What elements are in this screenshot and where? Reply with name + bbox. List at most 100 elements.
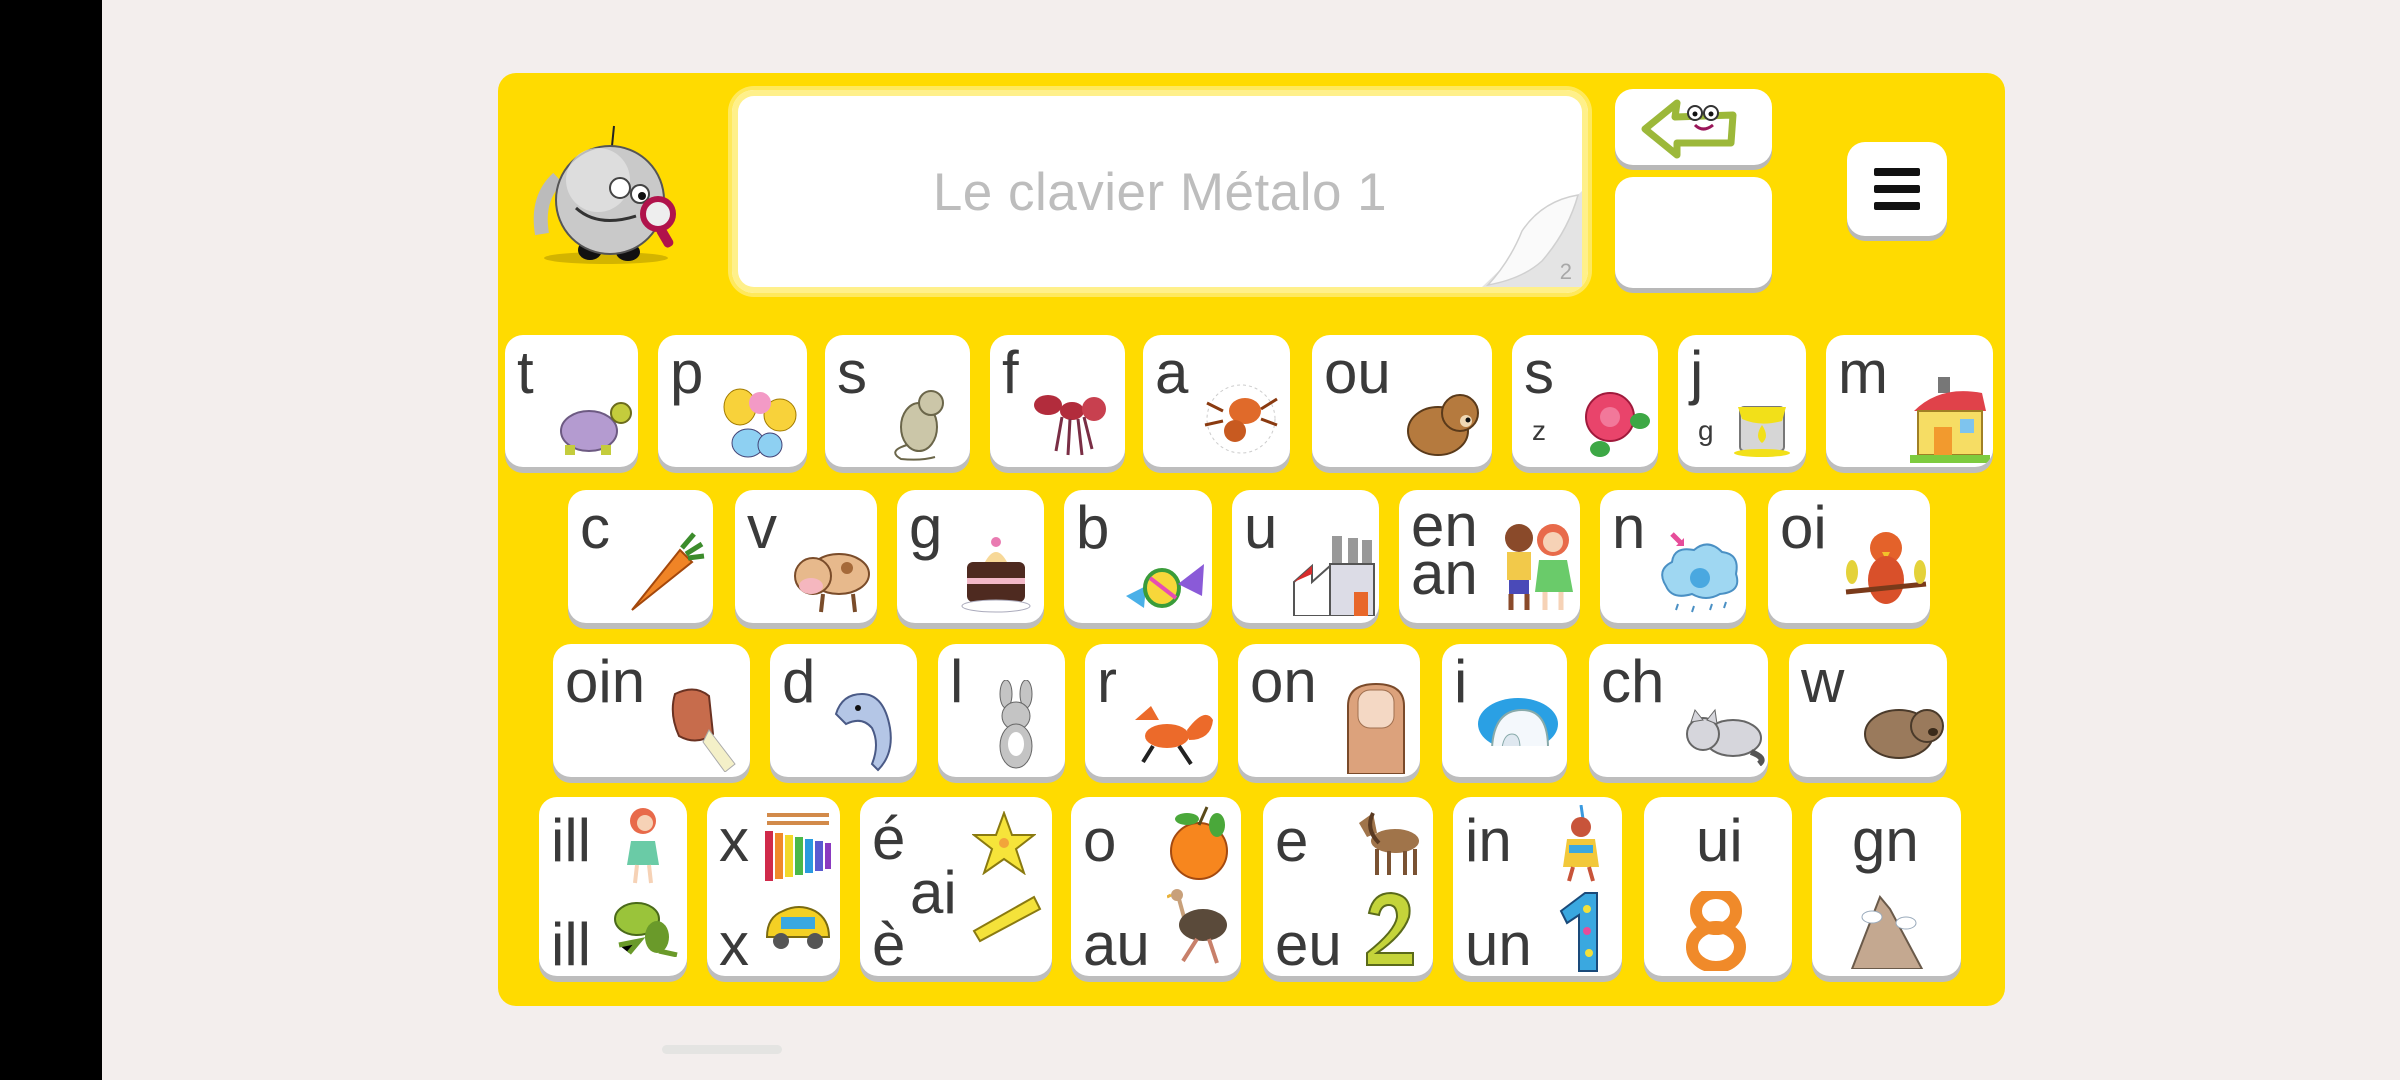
key-n[interactable]: n <box>1600 490 1746 623</box>
fist-icon <box>671 688 736 772</box>
carrot-icon <box>631 532 705 611</box>
key-ou[interactable]: ou <box>1312 335 1492 467</box>
key-r[interactable]: r <box>1085 644 1218 777</box>
key-label: v <box>747 494 777 561</box>
butterfly-icon <box>723 388 797 458</box>
key-label: ill <box>551 807 591 874</box>
native-child-icon <box>1563 805 1599 882</box>
key-label: b <box>1076 494 1110 561</box>
key-sublabel: g <box>1698 415 1714 446</box>
key-label-2: an <box>1411 540 1478 607</box>
key-label: s <box>1524 339 1554 406</box>
key-ui[interactable]: ui <box>1644 797 1792 976</box>
xylophone-icon <box>765 813 831 881</box>
key-l[interactable]: l <box>938 644 1065 777</box>
key-s[interactable]: s <box>825 335 970 467</box>
smiling-arrow-left-icon <box>1641 99 1737 159</box>
key-label: oin <box>565 648 646 715</box>
robot-magnifier-icon <box>533 125 676 264</box>
key-a[interactable]: a <box>1143 335 1290 467</box>
key-f[interactable]: f <box>990 335 1125 467</box>
key-label-2: un <box>1465 911 1532 976</box>
fox-icon <box>1135 706 1213 766</box>
key-label: ou <box>1324 339 1391 406</box>
cloud-icon <box>1661 532 1739 613</box>
key-w[interactable]: w <box>1789 644 1947 777</box>
ostrich-icon <box>1167 889 1227 964</box>
key-v[interactable]: v <box>735 490 877 623</box>
key-in-un[interactable]: in un <box>1453 797 1622 976</box>
key-m[interactable]: m <box>1826 335 1993 467</box>
key-gn[interactable]: gn <box>1812 797 1961 976</box>
hamburger-menu-icon <box>1874 168 1920 210</box>
ruler-icon <box>972 895 1042 943</box>
bear-icon <box>1407 394 1479 456</box>
key-label: c <box>580 494 610 561</box>
key-en-an[interactable]: en an <box>1399 490 1580 623</box>
dolphin-icon <box>834 692 892 772</box>
key-label: i <box>1454 648 1468 715</box>
backspace-button[interactable] <box>1615 89 1772 165</box>
key-i[interactable]: i <box>1442 644 1567 777</box>
key-e-eu[interactable]: e eu <box>1263 797 1433 976</box>
rose-icon <box>1585 392 1650 457</box>
ant-icon <box>1034 395 1106 456</box>
key-s-z[interactable]: s z <box>1512 335 1658 467</box>
thumb-icon <box>1347 682 1405 774</box>
rabbit-icon <box>999 680 1033 769</box>
turtle-icon <box>560 402 632 455</box>
paint-can-icon <box>1734 406 1790 457</box>
page-number: 2 <box>1559 259 1572 284</box>
key-label: on <box>1250 648 1317 715</box>
menu-button[interactable] <box>1847 142 1947 236</box>
key-on[interactable]: on <box>1238 644 1420 777</box>
key-t[interactable]: t <box>505 335 638 467</box>
horse-icon <box>1359 812 1419 875</box>
key-label: gn <box>1852 807 1919 874</box>
navigation-handle[interactable] <box>662 1045 782 1054</box>
key-oin[interactable]: oin <box>553 644 750 777</box>
igloo-icon <box>1478 698 1558 754</box>
key-label: r <box>1097 648 1117 715</box>
key-label-2: eu <box>1275 911 1342 976</box>
left-black-strip <box>0 0 102 1080</box>
key-x-x[interactable]: x x <box>707 797 840 976</box>
key-g[interactable]: g <box>897 490 1044 623</box>
text-display-area: Le clavier Métalo 1 <box>740 98 1580 285</box>
key-label: a <box>1155 339 1189 406</box>
key-c[interactable]: c <box>568 490 713 623</box>
key-label: u <box>1244 494 1278 561</box>
key-ch[interactable]: ch <box>1589 644 1768 777</box>
key-sublabel: z <box>1532 415 1546 446</box>
cow-icon <box>794 553 870 613</box>
key-p[interactable]: p <box>658 335 807 467</box>
key-o-au[interactable]: o au <box>1071 797 1241 976</box>
key-e-acute-ai-e-grave[interactable]: é ai è <box>860 797 1052 976</box>
blank-button[interactable] <box>1615 177 1772 288</box>
cake-icon <box>961 537 1031 613</box>
key-u[interactable]: u <box>1232 490 1379 623</box>
bird-icon <box>1845 532 1927 604</box>
key-label: é <box>872 805 906 872</box>
key-label: e <box>1275 807 1309 874</box>
key-label-2: ai <box>910 859 957 926</box>
number-one-icon <box>1559 892 1598 972</box>
key-label: d <box>782 648 816 715</box>
key-b[interactable]: b <box>1064 490 1212 623</box>
key-ill-ill[interactable]: ill ill <box>539 797 687 976</box>
key-d[interactable]: d <box>770 644 917 777</box>
key-label: oi <box>1780 494 1827 561</box>
keyboard-title: Le clavier Métalo 1 <box>932 163 1388 222</box>
key-label: n <box>1612 494 1646 561</box>
key-label: s <box>837 339 867 406</box>
key-label: ch <box>1601 648 1665 715</box>
orange-icon <box>1170 806 1228 880</box>
key-j-g[interactable]: j g <box>1678 335 1806 467</box>
star-icon <box>972 811 1036 875</box>
mouse-icon <box>894 390 944 461</box>
key-label-3: è <box>872 911 906 976</box>
key-label-2: ill <box>551 911 591 976</box>
text-display[interactable]: Le clavier Métalo 1 2 <box>732 90 1588 293</box>
candy-icon <box>1126 564 1204 608</box>
key-oi[interactable]: oi <box>1768 490 1930 623</box>
